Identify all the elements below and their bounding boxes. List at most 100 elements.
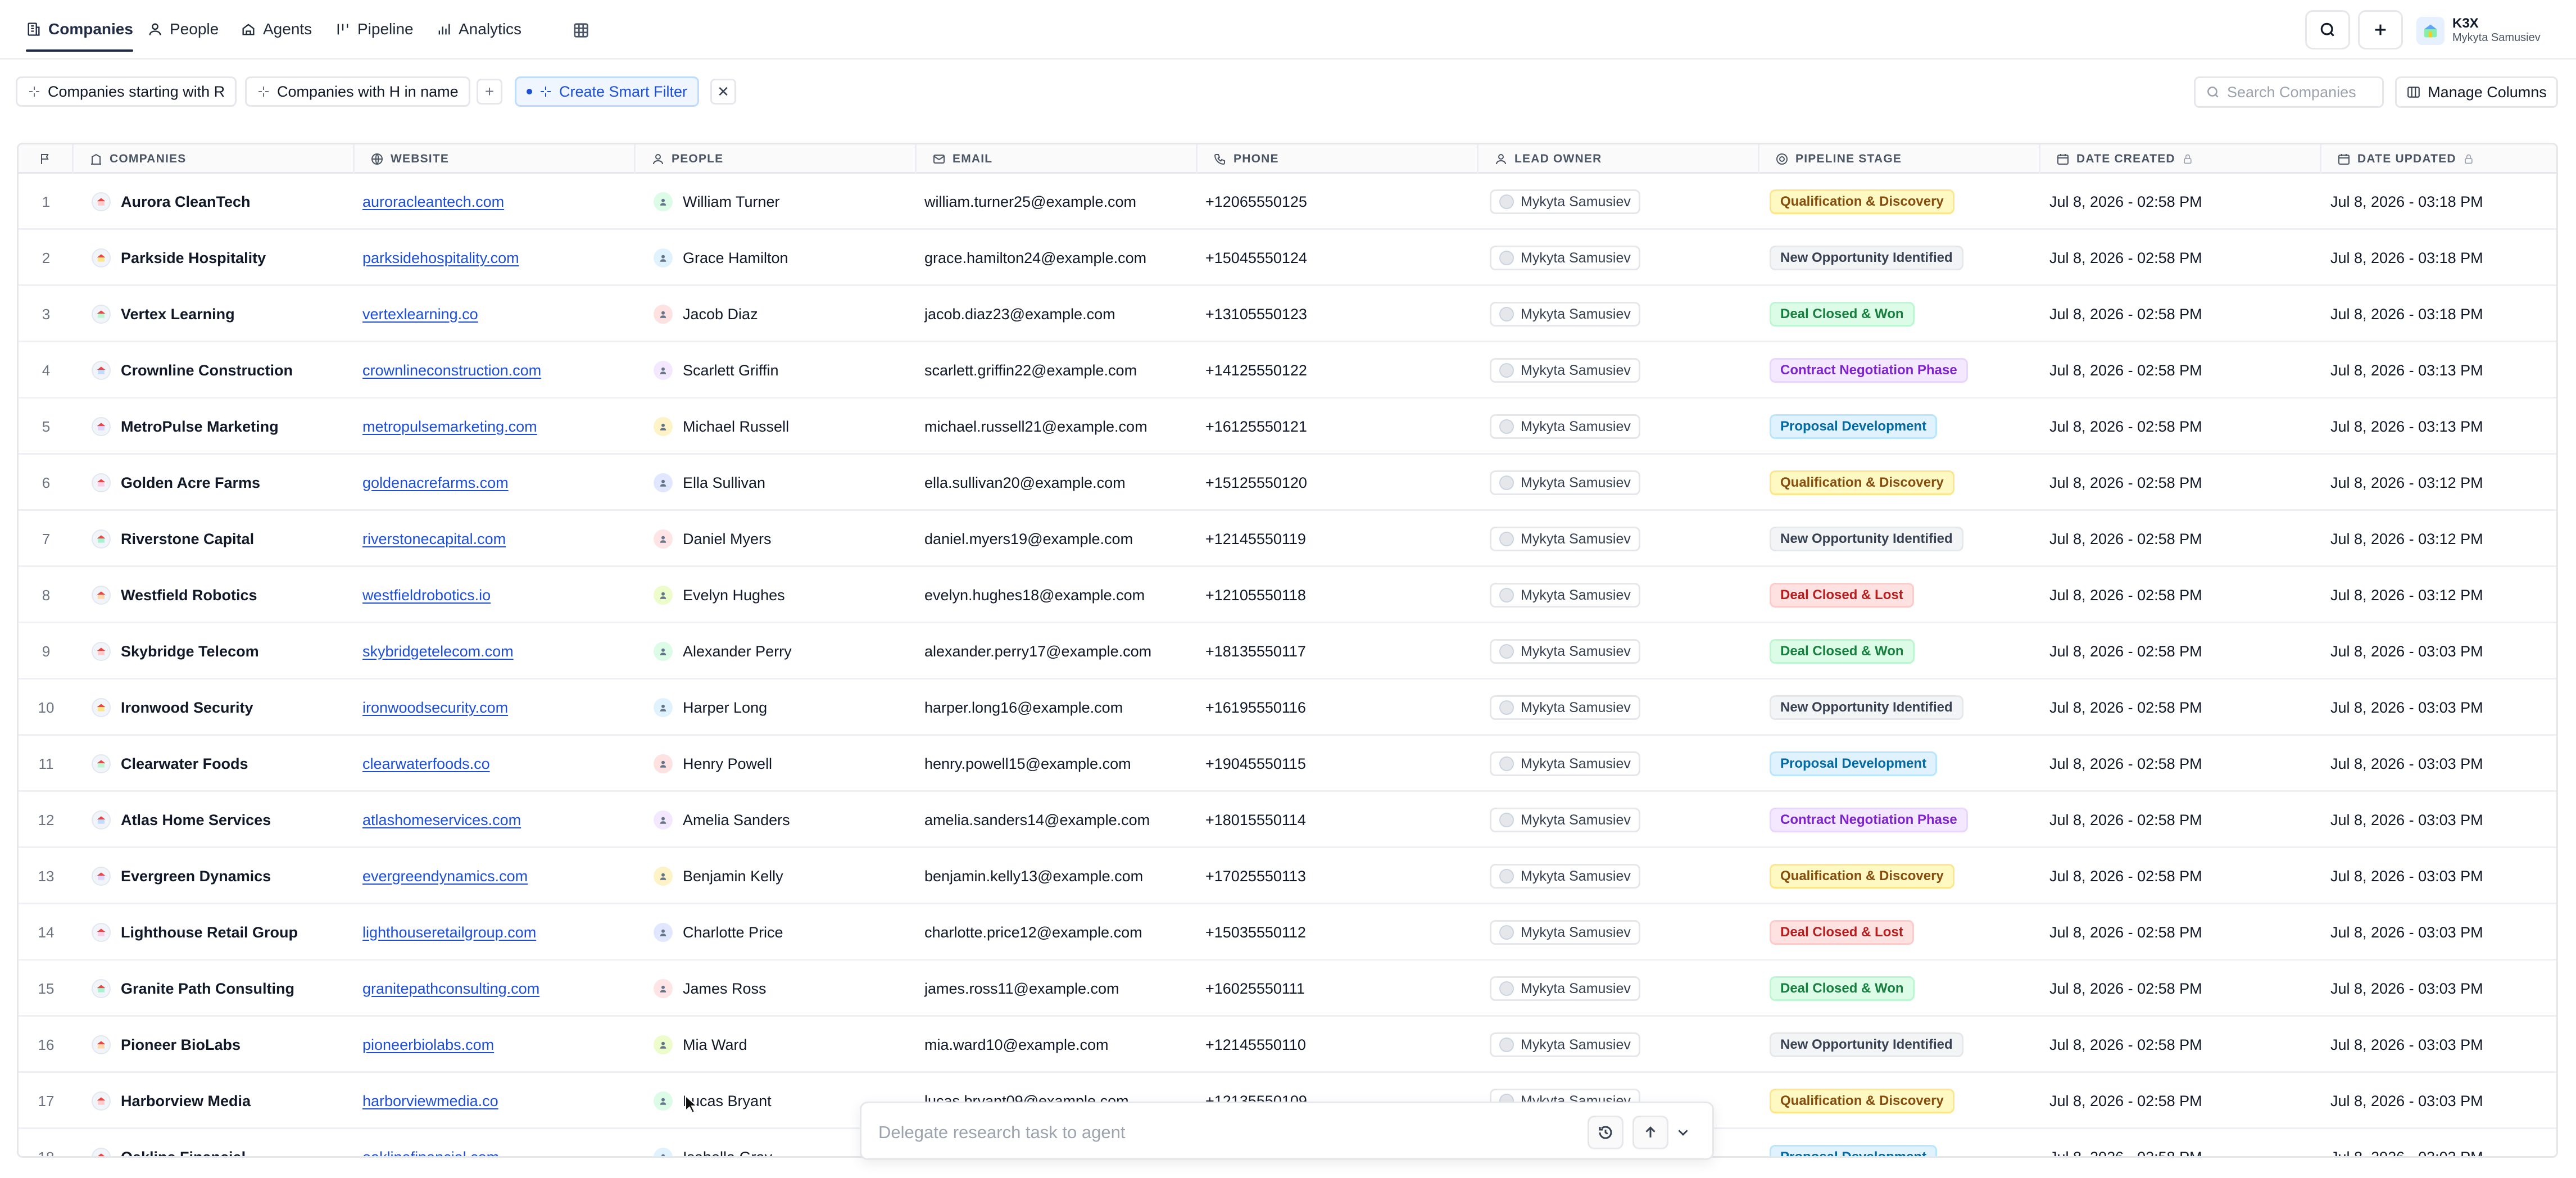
status-badge[interactable]: New Opportunity Identified xyxy=(1770,527,1963,551)
company-cell[interactable]: Golden Acre Farms xyxy=(74,455,355,511)
person-cell[interactable]: Evelyn Hughes xyxy=(636,567,917,623)
person-cell[interactable]: Grace Hamilton xyxy=(636,230,917,286)
website-link[interactable]: crownlineconstruction.com xyxy=(362,362,541,379)
website-link[interactable]: granitepathconsulting.com xyxy=(362,980,539,998)
status-badge[interactable]: New Opportunity Identified xyxy=(1770,695,1963,720)
status-badge[interactable]: Deal Closed & Won xyxy=(1770,639,1915,664)
company-cell[interactable]: Pioneer BioLabs xyxy=(74,1017,355,1073)
person-cell[interactable]: William Turner xyxy=(636,174,917,230)
lead-owner-chip[interactable]: Mykyta Samusiev xyxy=(1490,527,1640,551)
lead-owner-chip[interactable]: Mykyta Samusiev xyxy=(1490,920,1640,945)
company-cell[interactable]: MetroPulse Marketing xyxy=(74,398,355,455)
table-row[interactable]: 1 Aurora CleanTech auroracleantech.com Will… xyxy=(19,174,2556,230)
person-cell[interactable]: Harper Long xyxy=(636,679,917,736)
manage-columns-button[interactable]: Manage Columns xyxy=(2395,76,2558,108)
company-cell[interactable]: Crownline Construction xyxy=(74,342,355,398)
company-cell[interactable]: Skybridge Telecom xyxy=(74,623,355,679)
website-link[interactable]: oaklinefinancial.com xyxy=(362,1149,499,1157)
table-row[interactable]: 5 MetroPulse Marketing metropulsemarketing… xyxy=(19,398,2556,455)
status-badge[interactable]: New Opportunity Identified xyxy=(1770,246,1963,270)
table-row[interactable]: 6 Golden Acre Farms goldenacrefarms.com Ell… xyxy=(19,455,2556,511)
tab-people[interactable]: People xyxy=(147,17,219,42)
table-row[interactable]: 14 Lighthouse Retail Group lighthouseretai… xyxy=(19,904,2556,960)
lead-owner-chip[interactable]: Mykyta Samusiev xyxy=(1490,246,1640,270)
lead-owner-chip[interactable]: Mykyta Samusiev xyxy=(1490,864,1640,889)
column-header-email[interactable]: Email xyxy=(917,144,1198,174)
website-link[interactable]: harborviewmedia.co xyxy=(362,1093,498,1110)
lead-owner-chip[interactable]: Mykyta Samusiev xyxy=(1490,302,1640,327)
company-cell[interactable]: Ironwood Security xyxy=(74,679,355,736)
website-link[interactable]: goldenacrefarms.com xyxy=(362,474,509,492)
status-badge[interactable]: Contract Negotiation Phase xyxy=(1770,358,1968,383)
workspace-name[interactable]: K3X xyxy=(2452,16,2479,31)
tab-pipeline[interactable]: Pipeline xyxy=(335,17,414,42)
column-header-pipeline-stage[interactable]: Pipeline Stage xyxy=(1759,144,2040,174)
expand-button[interactable] xyxy=(1671,1116,1695,1149)
company-cell[interactable]: Harborview Media xyxy=(74,1073,355,1129)
company-cell[interactable]: Lighthouse Retail Group xyxy=(74,904,355,960)
person-cell[interactable]: Alexander Perry xyxy=(636,623,917,679)
add-filter-button[interactable]: + xyxy=(477,79,502,105)
website-link[interactable]: westfieldrobotics.io xyxy=(362,587,491,604)
company-cell[interactable]: Oakline Financial xyxy=(74,1129,355,1156)
workspace-avatar[interactable] xyxy=(2416,17,2445,45)
column-header-people[interactable]: People xyxy=(636,144,917,174)
column-header-date-updated[interactable]: Date Updated xyxy=(2321,144,2556,174)
column-header-phone[interactable]: Phone xyxy=(1198,144,1479,174)
company-cell[interactable]: Atlas Home Services xyxy=(74,792,355,848)
company-cell[interactable]: Westfield Robotics xyxy=(74,567,355,623)
table-row[interactable]: 10 Ironwood Security ironwoodsecurity.com H… xyxy=(19,679,2556,736)
website-link[interactable]: evergreendynamics.com xyxy=(362,868,528,885)
company-cell[interactable]: Parkside Hospitality xyxy=(74,230,355,286)
table-row[interactable]: 13 Evergreen Dynamics evergreendynamics.co… xyxy=(19,848,2556,904)
lead-owner-chip[interactable]: Mykyta Samusiev xyxy=(1490,976,1640,1001)
table-row[interactable]: 11 Clearwater Foods clearwaterfoods.co Henr… xyxy=(19,736,2556,792)
person-cell[interactable]: Benjamin Kelly xyxy=(636,848,917,904)
status-badge[interactable]: Qualification & Discovery xyxy=(1770,470,1954,495)
column-header-website[interactable]: Website xyxy=(355,144,636,174)
column-header-date-created[interactable]: Date Created xyxy=(2040,144,2321,174)
send-button[interactable] xyxy=(1632,1116,1668,1149)
status-badge[interactable]: Qualification & Discovery xyxy=(1770,864,1954,889)
person-cell[interactable]: Charlotte Price xyxy=(636,904,917,960)
status-badge[interactable]: Deal Closed & Lost xyxy=(1770,583,1914,608)
table-row[interactable]: 8 Westfield Robotics westfieldrobotics.io E… xyxy=(19,567,2556,623)
global-search-button[interactable] xyxy=(2305,10,2350,49)
website-link[interactable]: skybridgetelecom.com xyxy=(362,643,514,660)
lead-owner-chip[interactable]: Mykyta Samusiev xyxy=(1490,751,1640,776)
company-cell[interactable]: Evergreen Dynamics xyxy=(74,848,355,904)
create-new-button[interactable] xyxy=(2358,10,2403,49)
person-cell[interactable]: Michael Russell xyxy=(636,398,917,455)
person-cell[interactable]: Henry Powell xyxy=(636,736,917,792)
delegate-task-input[interactable] xyxy=(878,1120,1541,1145)
company-cell[interactable]: Vertex Learning xyxy=(74,286,355,342)
lead-owner-chip[interactable]: Mykyta Samusiev xyxy=(1490,1032,1640,1057)
lead-owner-chip[interactable]: Mykyta Samusiev xyxy=(1490,808,1640,832)
status-badge[interactable]: Deal Closed & Won xyxy=(1770,302,1915,327)
status-badge[interactable]: Qualification & Discovery xyxy=(1770,189,1954,214)
website-link[interactable]: metropulsemarketing.com xyxy=(362,418,537,436)
status-badge[interactable]: Proposal Development xyxy=(1770,751,1938,776)
create-smart-filter-button[interactable]: Create Smart Filter xyxy=(515,76,700,107)
lead-owner-chip[interactable]: Mykyta Samusiev xyxy=(1490,189,1640,214)
status-badge[interactable]: Deal Closed & Lost xyxy=(1770,920,1914,945)
status-badge[interactable]: Proposal Development xyxy=(1770,1145,1938,1156)
website-link[interactable]: pioneerbiolabs.com xyxy=(362,1036,494,1054)
tab-companies[interactable]: Companies xyxy=(26,17,133,52)
person-cell[interactable]: Mia Ward xyxy=(636,1017,917,1073)
history-button[interactable] xyxy=(1588,1116,1623,1149)
column-header-companies[interactable]: Companies xyxy=(74,144,355,174)
table-row[interactable]: 2 Parkside Hospitality parksidehospitality… xyxy=(19,230,2556,286)
status-badge[interactable]: Qualification & Discovery xyxy=(1770,1089,1954,1113)
company-cell[interactable]: Riverstone Capital xyxy=(74,511,355,567)
lead-owner-chip[interactable]: Mykyta Samusiev xyxy=(1490,414,1640,439)
clear-filters-button[interactable]: ✕ xyxy=(710,79,736,105)
lead-owner-chip[interactable]: Mykyta Samusiev xyxy=(1490,695,1640,720)
person-cell[interactable]: James Ross xyxy=(636,960,917,1017)
person-cell[interactable]: Scarlett Griffin xyxy=(636,342,917,398)
website-link[interactable]: riverstonecapital.com xyxy=(362,531,506,548)
lead-owner-chip[interactable]: Mykyta Samusiev xyxy=(1490,470,1640,495)
status-badge[interactable]: Contract Negotiation Phase xyxy=(1770,808,1968,832)
table-row[interactable]: 12 Atlas Home Services atlashomeservices.c… xyxy=(19,792,2556,848)
person-cell[interactable]: Amelia Sanders xyxy=(636,792,917,848)
